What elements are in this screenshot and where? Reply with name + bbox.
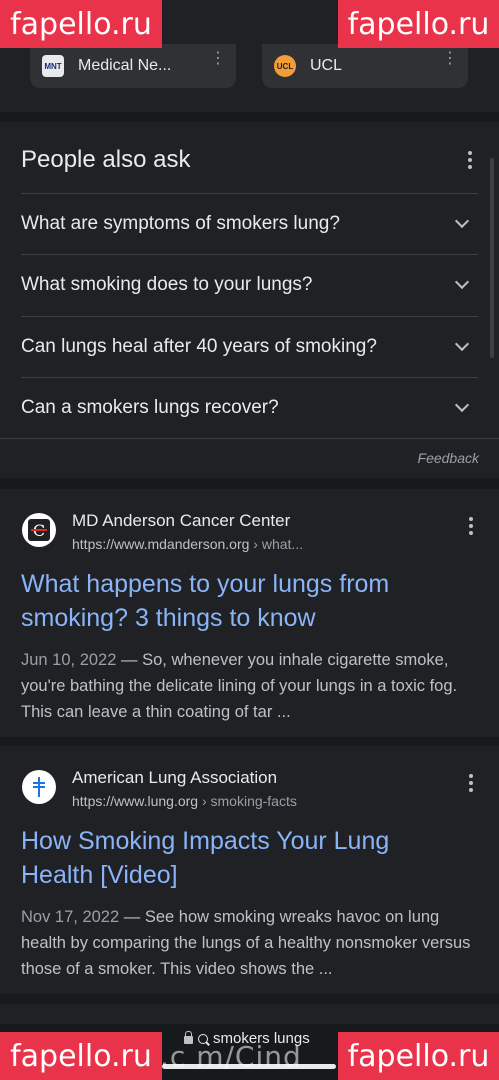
divider: [0, 438, 499, 439]
result-url-domain: https://www.mdanderson.org: [72, 536, 250, 552]
watermark-text: .c m/Cind: [160, 1040, 302, 1073]
search-result: C MD Anderson Cancer Center https://www.…: [0, 489, 499, 737]
more-vert-icon[interactable]: [468, 151, 472, 169]
chevron-down-icon: [454, 274, 470, 290]
mnt-logo-icon: MNT: [42, 55, 64, 77]
mdanderson-favicon-icon: C: [22, 513, 56, 547]
result-title-link[interactable]: How Smoking Impacts Your Lung Health [Vi…: [21, 824, 461, 892]
paa-question-text: Can lungs heal after 40 years of smoking…: [21, 336, 377, 357]
paa-question[interactable]: Can a smokers lungs recover?: [21, 377, 478, 438]
result-site-name: MD Anderson Cancer Center: [72, 511, 291, 530]
feedback-link[interactable]: Feedback: [418, 450, 479, 466]
news-card-label: Medical Ne...: [78, 57, 172, 74]
result-url-domain: https://www.lung.org: [72, 793, 199, 809]
paa-question-text: Can a smokers lungs recover?: [21, 397, 279, 418]
paa-question-text: What are symptoms of smokers lung?: [21, 213, 340, 234]
paa-question[interactable]: What smoking does to your lungs?: [21, 254, 478, 315]
ucl-logo-icon: UCL: [274, 55, 296, 77]
lung-association-favicon-icon: [22, 770, 56, 804]
chevron-down-icon: [454, 213, 470, 229]
news-card-ucl[interactable]: UCL UCL ⋮: [262, 44, 468, 88]
result-url-crumb: › smoking-facts: [198, 793, 297, 809]
chevron-down-icon: [454, 336, 470, 352]
result-url: https://www.lung.org › smoking-facts: [72, 793, 297, 809]
result-date: Jun 10, 2022: [21, 651, 117, 669]
scrollbar[interactable]: [490, 158, 494, 358]
more-vert-icon[interactable]: [469, 517, 473, 535]
result-url: https://www.mdanderson.org › what...: [72, 536, 303, 552]
result-url-crumb: › what...: [249, 536, 304, 552]
paa-title: People also ask: [21, 146, 191, 173]
watermark-logo: fapello.ru: [0, 0, 162, 48]
watermark-logo: fapello.ru: [338, 1032, 499, 1080]
next-result-peek: [0, 1004, 499, 1024]
more-vert-icon[interactable]: ⋮: [442, 51, 458, 67]
paa-question-text: What smoking does to your lungs?: [21, 274, 313, 295]
watermark-logo: fapello.ru: [338, 0, 499, 48]
paa-question[interactable]: What are symptoms of smokers lung?: [21, 193, 478, 254]
result-snippet: Nov 17, 2022 — See how smoking wreaks ha…: [21, 904, 481, 982]
result-site-name: American Lung Association: [72, 768, 278, 787]
paa-question[interactable]: Can lungs heal after 40 years of smoking…: [21, 316, 478, 377]
watermark-logo: fapello.ru: [0, 1032, 162, 1080]
chevron-down-icon: [454, 397, 470, 413]
result-date: Nov 17, 2022: [21, 908, 120, 926]
search-result: American Lung Association https://www.lu…: [0, 746, 499, 994]
more-vert-icon[interactable]: ⋮: [210, 51, 226, 67]
result-snippet: Jun 10, 2022 — So, whenever you inhale c…: [21, 647, 481, 725]
people-also-ask: People also ask What are symptoms of smo…: [0, 122, 499, 478]
news-card-medical[interactable]: MNT Medical Ne... ⋮: [30, 44, 236, 88]
news-card-label: UCL: [310, 57, 343, 74]
more-vert-icon[interactable]: [469, 774, 473, 792]
result-title-link[interactable]: What happens to your lungs from smoking?…: [21, 567, 461, 635]
